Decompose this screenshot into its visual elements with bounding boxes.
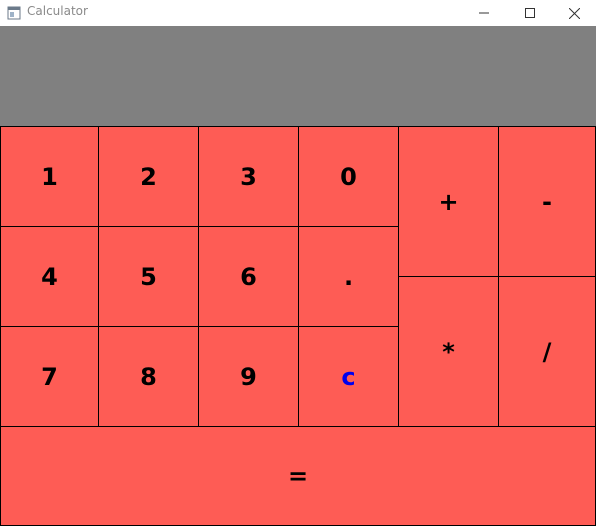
key-2[interactable]: 2	[98, 126, 199, 227]
key-3[interactable]: 3	[198, 126, 299, 227]
keypad: 1 2 3 0 4 5 6 . 7 8 9 c + - * / =	[0, 126, 596, 526]
key-1[interactable]: 1	[0, 126, 99, 227]
key-decimal[interactable]: .	[298, 226, 399, 327]
key-4[interactable]: 4	[0, 226, 99, 327]
key-6[interactable]: 6	[198, 226, 299, 327]
key-9[interactable]: 9	[198, 326, 299, 427]
close-icon	[568, 7, 580, 19]
calculator-display	[0, 26, 596, 126]
app-window-icon	[7, 5, 21, 20]
key-8[interactable]: 8	[98, 326, 199, 427]
close-button[interactable]	[551, 0, 596, 26]
key-equals[interactable]: =	[0, 426, 596, 526]
key-5[interactable]: 5	[98, 226, 199, 327]
key-clear[interactable]: c	[298, 326, 399, 427]
key-7[interactable]: 7	[0, 326, 99, 427]
key-minus[interactable]: -	[498, 126, 596, 277]
minimize-icon	[479, 12, 489, 14]
key-divide[interactable]: /	[498, 276, 596, 427]
maximize-icon	[525, 8, 535, 18]
maximize-button[interactable]	[507, 0, 553, 26]
key-plus[interactable]: +	[398, 126, 499, 277]
minimize-button[interactable]	[461, 0, 507, 26]
window-title: Calculator	[27, 4, 88, 18]
key-0[interactable]: 0	[298, 126, 399, 227]
title-bar: Calculator	[0, 0, 596, 26]
key-multiply[interactable]: *	[398, 276, 499, 427]
